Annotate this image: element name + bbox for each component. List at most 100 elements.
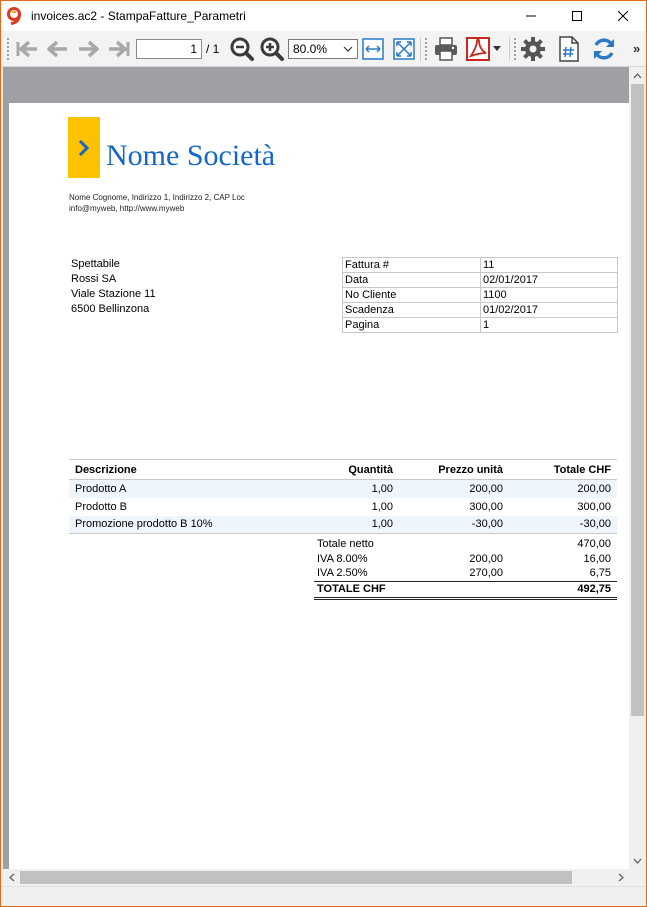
totals-amount: 470,00 — [577, 537, 611, 550]
window-title: invoices.ac2 - StampaFatture_Parametri — [31, 9, 246, 23]
item-description: Prodotto A — [69, 479, 309, 498]
close-button[interactable] — [600, 1, 646, 31]
toolbar: / 1 80.0% — [1, 31, 646, 67]
totals-row: IVA 8.00% 200,00 16,00 — [314, 551, 617, 566]
toolbar-overflow-button[interactable]: » — [633, 41, 640, 56]
maximize-button[interactable] — [554, 1, 600, 31]
company-address-line: Nome Cognome, Indirizzo 1, Indirizzo 2, … — [69, 193, 245, 202]
item-total: -30,00 — [509, 515, 617, 534]
invoice-page: Nome Società Nome Cognome, Indirizzo 1, … — [9, 103, 629, 869]
totals-row: IVA 2.50% 270,00 6,75 — [314, 566, 617, 581]
address-line: Spettabile — [71, 258, 120, 270]
fit-page-button[interactable] — [390, 35, 418, 63]
scroll-left-button[interactable] — [3, 869, 20, 886]
status-bar — [1, 886, 646, 906]
chevron-down-icon — [633, 858, 642, 864]
info-label: Pagina — [342, 317, 481, 333]
document-viewport[interactable]: Nome Società Nome Cognome, Indirizzo 1, … — [3, 67, 629, 869]
last-page-icon — [109, 40, 130, 58]
zoom-in-icon — [260, 37, 284, 61]
totals-label: IVA 8.00% — [317, 552, 368, 565]
chevron-right-icon — [618, 873, 624, 882]
scroll-down-button[interactable] — [629, 852, 646, 869]
next-page-icon — [79, 40, 99, 58]
horizontal-scrollbar[interactable] — [3, 869, 629, 886]
column-header-total: Totale CHF — [509, 459, 617, 480]
company-name: Nome Società — [106, 139, 276, 172]
toolbar-grip[interactable] — [424, 37, 428, 61]
totals-label: Totale netto — [317, 537, 374, 550]
table-row: Prodotto A 1,00 200,00 200,00 — [69, 479, 617, 498]
grand-total-amount: 492,75 — [509, 580, 617, 600]
info-value: 1 — [480, 317, 618, 333]
minimize-button[interactable] — [508, 1, 554, 31]
print-button[interactable] — [432, 35, 460, 63]
table-row: Prodotto B 1,00 300,00 300,00 — [69, 498, 617, 516]
zoom-in-button[interactable] — [258, 35, 286, 63]
totals-base: 200,00 — [469, 552, 503, 565]
table-row: Promozione prodotto B 10% 1,00 -30,00 -3… — [69, 515, 617, 534]
item-price: -30,00 — [399, 515, 509, 534]
info-label: No Cliente — [342, 287, 481, 303]
item-price: 200,00 — [399, 479, 509, 498]
zoom-out-icon — [230, 37, 254, 61]
pdf-options-dropdown[interactable] — [489, 35, 505, 63]
company-contact-line: info@myweb, http://www.myweb — [69, 204, 185, 213]
zoom-select[interactable]: 80.0% — [288, 39, 358, 59]
company-logo — [68, 117, 100, 178]
print-icon — [435, 37, 457, 61]
page-number-input[interactable] — [136, 39, 202, 59]
item-description: Prodotto B — [75, 500, 127, 513]
info-value: 11 — [480, 257, 618, 273]
totals-base — [399, 536, 509, 551]
totals-base: 270,00 — [469, 567, 503, 580]
item-price: 300,00 — [469, 500, 503, 513]
export-pdf-button[interactable] — [464, 35, 492, 63]
pdf-icon — [466, 37, 490, 61]
info-value: 02/01/2017 — [480, 272, 618, 288]
refresh-icon — [594, 38, 614, 60]
vertical-scroll-thumb[interactable] — [631, 84, 644, 716]
totals-amount: 16,00 — [583, 552, 611, 565]
address-line: Viale Stazione 11 — [71, 288, 156, 300]
scrollbar-corner — [629, 869, 646, 886]
next-page-button[interactable] — [75, 35, 103, 63]
horizontal-scroll-thumb[interactable] — [20, 871, 572, 884]
app-window: invoices.ac2 - StampaFatture_Parametri 1… — [0, 0, 647, 907]
previous-page-button[interactable] — [43, 35, 71, 63]
refresh-button[interactable] — [590, 35, 618, 63]
app-logo-icon — [7, 7, 23, 25]
totals-amount: 6,75 — [589, 567, 611, 580]
previous-page-icon — [47, 40, 67, 58]
info-value: 01/02/2017 — [480, 302, 618, 318]
fit-width-button[interactable] — [359, 35, 387, 63]
page-total-label: / 1 — [206, 42, 220, 56]
settings-button[interactable] — [519, 35, 547, 63]
column-header-description: Descrizione — [69, 459, 309, 480]
item-total: 300,00 — [577, 500, 611, 513]
info-label: Scadenza — [342, 302, 481, 318]
chevron-up-icon — [633, 72, 642, 78]
page-number-button[interactable] — [555, 35, 583, 63]
chevron-down-icon — [343, 46, 353, 52]
settings-icon — [521, 37, 545, 61]
grand-total-row: TOTALE CHF 492,75 — [314, 580, 617, 600]
toolbar-grip[interactable] — [6, 37, 10, 61]
last-page-button[interactable] — [105, 35, 133, 63]
fit-page-icon — [393, 38, 415, 60]
toolbar-grip[interactable] — [513, 37, 517, 61]
item-quantity: 1,00 — [309, 479, 399, 498]
info-row: Data 02/01/2017 — [342, 272, 618, 288]
vertical-scrollbar[interactable] — [629, 67, 646, 869]
address-line: Rossi SA — [71, 273, 117, 285]
zoom-out-button[interactable] — [228, 35, 256, 63]
item-quantity: 1,00 — [371, 500, 393, 513]
first-page-button[interactable] — [13, 35, 41, 63]
info-label: Fattura # — [342, 257, 481, 273]
minimize-icon — [526, 15, 536, 17]
fit-width-icon — [362, 38, 384, 60]
customer-address: Spettabile Rossi SA Viale Stazione 11 65… — [71, 257, 156, 317]
scroll-right-button[interactable] — [612, 869, 629, 886]
zoom-value: 80.0% — [293, 42, 328, 56]
scroll-up-button[interactable] — [629, 67, 646, 84]
